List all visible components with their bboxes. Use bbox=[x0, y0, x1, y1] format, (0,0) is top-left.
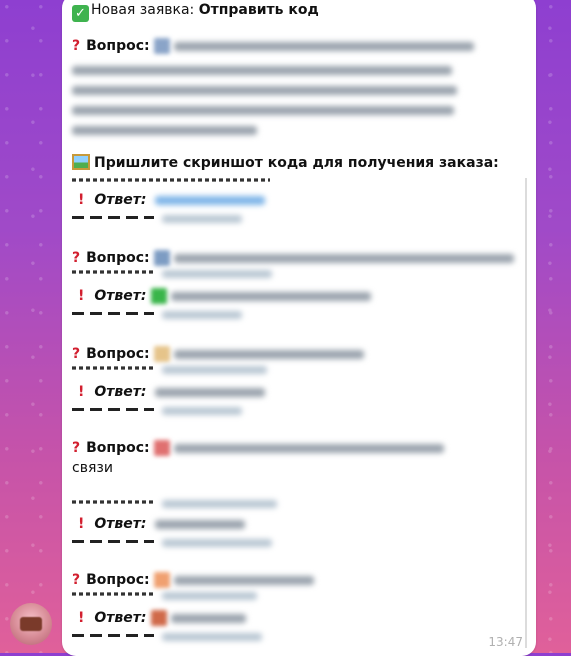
blurred-text bbox=[170, 613, 246, 623]
blurred-line bbox=[162, 629, 262, 645]
question-wrap-text: связи bbox=[72, 460, 113, 476]
question-mark-icon: ? bbox=[72, 440, 81, 456]
exclamation-mark-icon: ! bbox=[78, 610, 85, 626]
quote-frame bbox=[525, 178, 527, 648]
blurred-text bbox=[154, 519, 245, 529]
blurred-text bbox=[174, 443, 445, 453]
blurred-image-icon bbox=[154, 440, 171, 456]
answer-label: Ответ: bbox=[94, 516, 147, 532]
blurred-line bbox=[72, 122, 257, 138]
instruction-row: Пришлите скриншот кода для получения зак… bbox=[72, 154, 499, 171]
blurred-text bbox=[174, 575, 315, 585]
blurred-line bbox=[72, 82, 457, 98]
dash-divider bbox=[72, 216, 154, 219]
message-bubble[interactable] bbox=[62, 0, 536, 656]
blurred-link[interactable] bbox=[154, 195, 265, 205]
question-row-5: ? Вопрос: bbox=[72, 572, 315, 588]
question-label: Вопрос: bbox=[86, 440, 150, 456]
blurred-text bbox=[174, 41, 475, 51]
avatar-image bbox=[20, 617, 42, 631]
blurred-line bbox=[72, 102, 454, 118]
framed-picture-icon bbox=[72, 154, 90, 170]
blurred-line bbox=[162, 588, 257, 604]
question-mark-icon: ? bbox=[72, 38, 81, 54]
blurred-text bbox=[154, 387, 265, 397]
answer-row-1: ! Ответ: bbox=[72, 192, 265, 208]
answer-row-2: ! Ответ: bbox=[72, 288, 371, 304]
answer-label: Ответ: bbox=[94, 288, 147, 304]
question-row-1: ? Вопрос: bbox=[72, 38, 475, 54]
blurred-image-icon bbox=[154, 346, 171, 362]
header-prefix: Новая заявка: bbox=[91, 2, 195, 18]
question-label: Вопрос: bbox=[86, 346, 150, 362]
exclamation-mark-icon: ! bbox=[78, 516, 85, 532]
question-row-3: ? Вопрос: bbox=[72, 346, 365, 362]
blurred-image-icon bbox=[150, 288, 167, 304]
question-row-4: ? Вопрос: bbox=[72, 440, 445, 456]
blurred-image-icon bbox=[154, 38, 171, 54]
blurred-line bbox=[162, 266, 272, 282]
question-mark-icon: ? bbox=[72, 572, 81, 588]
answer-label: Ответ: bbox=[94, 610, 147, 626]
blurred-line bbox=[162, 535, 272, 551]
answer-row-5: ! Ответ: bbox=[72, 610, 246, 626]
answer-row-4: ! Ответ: bbox=[72, 516, 245, 532]
question-mark-icon: ? bbox=[72, 346, 81, 362]
question-label: Вопрос: bbox=[86, 572, 150, 588]
blurred-text bbox=[170, 291, 371, 301]
message-header: ✓ Новая заявка: Отправить код bbox=[72, 2, 319, 22]
message-time: 13:47 bbox=[488, 635, 523, 649]
answer-row-3: ! Ответ: bbox=[72, 384, 265, 400]
dash-divider bbox=[72, 540, 154, 543]
blurred-line bbox=[162, 307, 242, 323]
blurred-line bbox=[162, 403, 242, 419]
blurred-line bbox=[162, 211, 242, 227]
exclamation-mark-icon: ! bbox=[78, 288, 85, 304]
answer-label: Ответ: bbox=[94, 192, 147, 208]
exclamation-mark-icon: ! bbox=[78, 192, 85, 208]
blurred-image-icon bbox=[150, 610, 167, 626]
question-label: Вопрос: bbox=[86, 250, 150, 266]
blurred-line bbox=[162, 496, 277, 512]
instruction-text: Пришлите скриншот кода для получения зак… bbox=[94, 155, 499, 171]
blurred-image-icon bbox=[154, 250, 171, 266]
question-mark-icon: ? bbox=[72, 250, 81, 266]
question-label: Вопрос: bbox=[86, 38, 150, 54]
blurred-text bbox=[174, 349, 365, 359]
dash-divider bbox=[72, 312, 154, 315]
dash-divider bbox=[72, 634, 154, 637]
avatar[interactable] bbox=[10, 603, 52, 645]
blurred-image-icon bbox=[154, 572, 171, 588]
exclamation-mark-icon: ! bbox=[78, 384, 85, 400]
blurred-text bbox=[174, 253, 515, 263]
check-mark-icon: ✓ bbox=[72, 5, 89, 22]
question-row-2: ? Вопрос: bbox=[72, 250, 515, 266]
blurred-line bbox=[162, 362, 267, 378]
answer-label: Ответ: bbox=[94, 384, 147, 400]
blurred-line bbox=[72, 62, 452, 78]
header-title: Отправить код bbox=[198, 2, 319, 18]
dash-divider bbox=[72, 408, 154, 411]
